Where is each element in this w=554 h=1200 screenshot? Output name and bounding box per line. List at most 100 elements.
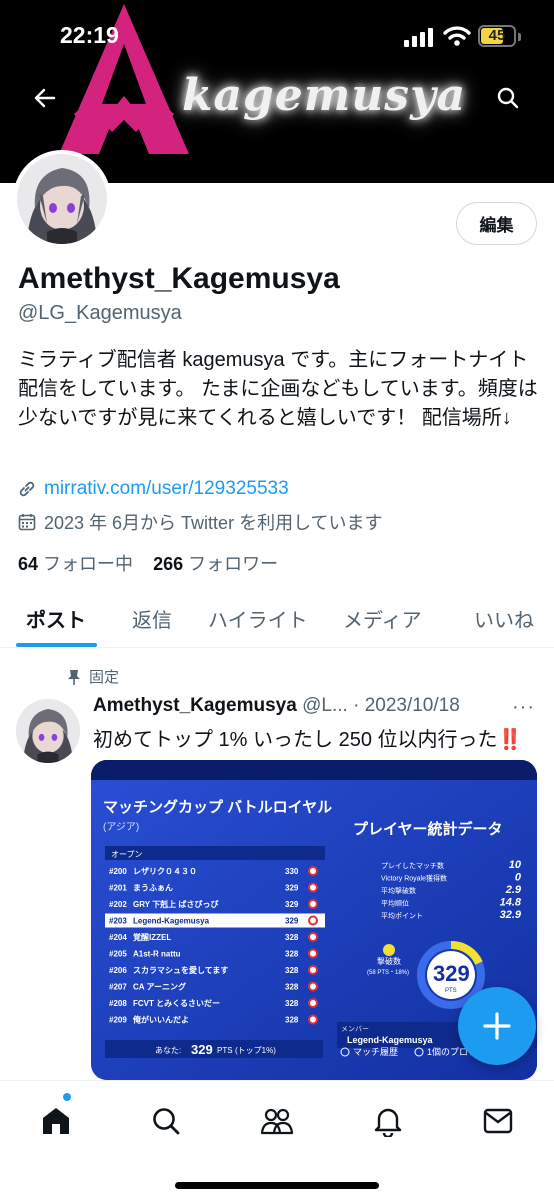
status-time: 22:19 (60, 22, 119, 48)
post-more-icon[interactable]: ··· (512, 696, 535, 719)
post-author-name[interactable]: Amethyst_Kagemusya (93, 695, 297, 716)
following-count: 64 (18, 554, 39, 574)
joined-text: 2023 年 6月から Twitter を利用しています (44, 513, 383, 533)
status-bar: 22:19 45 (0, 22, 554, 52)
follow-stats: 64 フォロー中 266 フォロワー (18, 550, 278, 576)
leaderboard-name: GRY 下剋上 ばさぴっぴ (133, 899, 218, 909)
plus-icon (483, 1012, 511, 1040)
wifi-icon (443, 26, 471, 46)
media-score-unit: PTS (445, 988, 457, 994)
leaderboard-name: A1st-R nattu (133, 950, 181, 959)
profile-link-row: mirrativ.com/user/129325533 (18, 476, 289, 502)
followers-count: 266 (153, 554, 184, 574)
profile-link[interactable]: mirrativ.com/user/129325533 (44, 478, 289, 500)
media-you-label: あなた: (155, 1046, 181, 1055)
home-indicator (175, 1182, 379, 1189)
display-name: Amethyst_Kagemusya (18, 262, 340, 295)
bell-icon (374, 1108, 402, 1137)
media-member-name: Legend-Kagemusya (347, 1035, 434, 1045)
media-stats-title: プレイヤー統計データ (353, 820, 503, 838)
leaderboard-name: レザリク０４３０ (133, 866, 197, 876)
post-author-avatar[interactable] (16, 699, 80, 763)
leaderboard-pts: 328 (285, 933, 299, 942)
battery-icon: 45 (478, 25, 516, 47)
leaderboard-name: 俺がいいんだよ (132, 1015, 189, 1025)
profile-handle: @LG_Kagemusya (18, 302, 182, 324)
flag-icon (308, 882, 318, 893)
cellular-signal-icon (404, 28, 433, 47)
flag-icon (308, 899, 318, 909)
flag-icon (308, 981, 318, 992)
stat-value: 32.9 (500, 909, 522, 921)
pinned-indicator: 固定 (67, 666, 119, 687)
profile-tabs: ポスト 返信 ハイライト メディア いいね (0, 592, 554, 648)
leaderboard-pts: 328 (285, 999, 299, 1008)
post-date: 2023/10/18 (364, 695, 460, 716)
mail-icon (483, 1108, 513, 1134)
leaderboard-row: #202 GRY 下剋上 ばさぴっぴ 329 (109, 899, 318, 909)
nav-communities[interactable] (259, 1103, 295, 1139)
flag-icon (308, 866, 318, 876)
tab-posts[interactable]: ポスト (26, 604, 86, 633)
followers-label: フォロワー (188, 554, 279, 574)
leaderboard-row: #206 スカラマシュを愛してます 328 (109, 965, 318, 975)
leaderboard-rank: #209 (109, 1016, 127, 1025)
leaderboard-name: CA アーニング (133, 982, 186, 992)
search-icon (497, 87, 519, 109)
profile-screen: { "status_bar": {"time": "22:19", "batte… (0, 0, 554, 1200)
leaderboard-pts: 329 (285, 900, 299, 909)
leaderboard-pts: 330 (285, 867, 299, 876)
edit-profile-button[interactable]: 編集 (456, 202, 537, 245)
leaderboard-name: スカラマシュを愛してます (133, 965, 228, 975)
leaderboard-pts: 328 (285, 950, 299, 959)
profile-bio: ミラティブ配信者 kagemusya です。主にフォートナイト配信をしています。… (18, 349, 538, 429)
flag-icon (308, 965, 318, 975)
pinned-label: 固定 (89, 669, 120, 686)
nav-notifications[interactable] (370, 1103, 406, 1139)
leaderboard-rank: #200 (109, 867, 127, 876)
leaderboard-rank: #202 (109, 900, 127, 909)
tab-likes[interactable]: いいね (474, 604, 534, 633)
flag-icon (308, 948, 318, 959)
flag-icon (308, 1014, 318, 1025)
arrow-left-icon (34, 88, 56, 108)
leaderboard-rank: #207 (109, 983, 127, 992)
leaderboard-pts: 329 (285, 884, 299, 893)
following-label: フォロー中 (43, 554, 134, 574)
stat-label: 平均順位 (381, 899, 409, 908)
leaderboard-rank: #208 (109, 999, 127, 1008)
banner-brand-text: kagemusya (182, 70, 467, 121)
search-button[interactable] (488, 78, 528, 118)
following-link[interactable]: 64 フォロー中 (18, 554, 133, 574)
profile-avatar[interactable] (13, 150, 111, 248)
leaderboard-pts: 329 (285, 917, 299, 926)
flag-icon (308, 915, 318, 926)
nav-home[interactable] (38, 1103, 74, 1139)
tab-replies[interactable]: 返信 (132, 604, 172, 633)
post-header: Amethyst_Kagemusya @L... · 2023/10/18 (93, 695, 533, 717)
stat-label: プレイしたマッチ数 (381, 861, 444, 870)
leaderboard-pts: 328 (285, 1016, 299, 1025)
leaderboard-rank: #204 (109, 933, 127, 942)
followers-link[interactable]: 266 フォロワー (153, 554, 278, 574)
media-region: (アジア) (103, 822, 139, 833)
tab-media[interactable]: メディア (343, 604, 422, 633)
stat-label: 平均ポイント (381, 911, 423, 920)
stat-value: 10 (509, 859, 522, 871)
nav-messages[interactable] (480, 1103, 516, 1139)
search-icon (153, 1108, 180, 1135)
leaderboard-name: 覚醒IZZEL (132, 932, 171, 942)
avatar-image (17, 154, 107, 244)
post-separator: · (353, 695, 360, 716)
leaderboard-rank: #203 (109, 917, 127, 926)
leaderboard-name: まうふぁん (133, 884, 173, 893)
post-author-handle: @L... (302, 695, 348, 716)
leaderboard-pts: 328 (285, 983, 299, 992)
nav-search[interactable] (148, 1103, 184, 1139)
flag-icon (308, 932, 318, 942)
stat-value: 0 (515, 872, 522, 884)
tab-highlights[interactable]: ハイライト (208, 604, 308, 633)
compose-button[interactable] (458, 987, 536, 1065)
post-text-row: 初めてトップ 1% いったし 250 位以内行った‼️ (93, 723, 522, 752)
back-button[interactable] (25, 78, 65, 118)
